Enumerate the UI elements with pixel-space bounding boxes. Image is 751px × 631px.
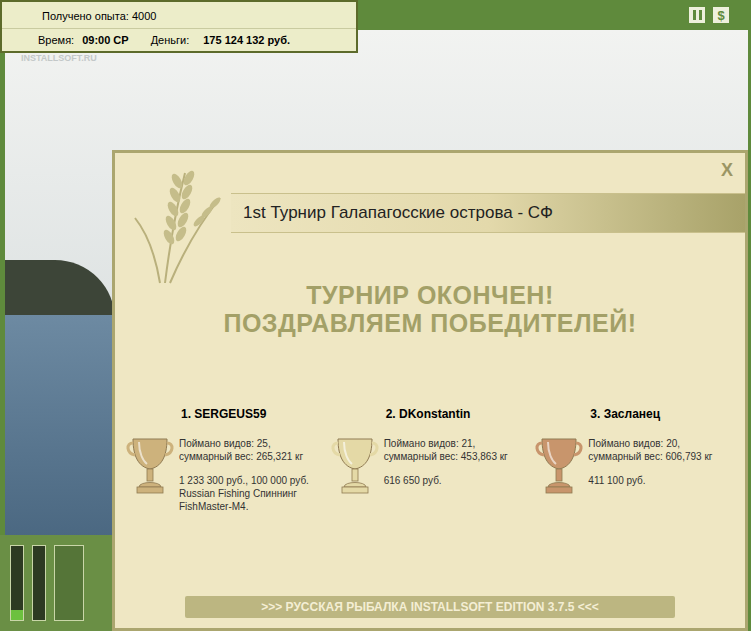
footer-text: >>> РУССКАЯ РЫБАЛКА INSTALLSOFT EDITION … xyxy=(261,598,599,616)
heading: ТУРНИР ОКОНЧЕН!ПОЗДРАВЛЯЕМ ПОБЕДИТЕЛЕЙ! xyxy=(115,281,745,337)
rock xyxy=(5,260,115,320)
game-screen: $ INSTALLSOFT.RU Получено опыта: 4000 Время… xyxy=(0,0,751,631)
winner-card: 3. Засланец Поймано видов: 20,суммарный в… xyxy=(534,405,735,513)
winner-place: 1. SERGEUS59 xyxy=(125,405,326,423)
winner-place: 3. Засланец xyxy=(534,405,735,423)
wheat-icon xyxy=(125,153,235,288)
winner-prize: 616 650 руб. xyxy=(384,474,508,487)
tournament-dialog: X 1st Турнир Галапагосские острова - СФ ТУ… xyxy=(112,150,748,631)
winners: 1. SERGEUS59Поймано видов: 25,суммарный … xyxy=(115,405,745,513)
money-button[interactable]: $ xyxy=(713,7,729,23)
footer-band: >>> РУССКАЯ РЫБАЛКА INSTALLSOFT EDITION … xyxy=(185,596,675,618)
time-label: Время: xyxy=(38,32,74,49)
dialog-title: 1st Турнир Галапагосские острова - СФ xyxy=(243,200,553,226)
winner-card: 1. SERGEUS59 Поймано видов: 25,суммарный … xyxy=(125,405,326,513)
pause-icon xyxy=(693,10,702,20)
hud-panel: Получено опыта: 4000 Время: 09:00 СР Деньги… xyxy=(0,0,358,53)
winner-prize: 411 100 руб. xyxy=(588,474,712,487)
title-band: 1st Турнир Галапагосские острова - СФ xyxy=(231,193,745,233)
winner-prize: FishMaster-M4. xyxy=(179,500,309,513)
winner-place: 2. DKonstantin xyxy=(330,405,531,423)
winner-stat: Поймано видов: 20, xyxy=(588,437,712,450)
money: 175 124 132 руб. xyxy=(203,32,290,49)
watermark: INSTALLSOFT.RU xyxy=(21,52,97,66)
pause-button[interactable] xyxy=(689,7,705,23)
money-label: Деньги: xyxy=(151,32,190,49)
trophy-icon xyxy=(330,435,380,497)
time: 09:00 СР xyxy=(82,32,128,49)
trophy-icon xyxy=(534,435,584,497)
winner-stat: суммарный вес: 453,863 кг xyxy=(384,450,508,463)
winner-card: 2. DKonstantin Поймано видов: 21,суммарны… xyxy=(330,405,531,513)
winner-stat: суммарный вес: 265,321 кг xyxy=(179,450,309,463)
trophy-icon xyxy=(125,435,175,497)
experience: Получено опыта: 4000 xyxy=(2,2,356,28)
close-button[interactable]: X xyxy=(717,161,737,179)
winner-prize: 1 233 300 руб., 100 000 руб. xyxy=(179,474,309,487)
winner-prize: Russian Fishing Спиннинг xyxy=(179,487,309,500)
winner-stat: Поймано видов: 25, xyxy=(179,437,309,450)
gauge-panel xyxy=(0,535,112,631)
winner-stat: суммарный вес: 606,793 кг xyxy=(588,450,712,463)
winner-stat: Поймано видов: 21, xyxy=(384,437,508,450)
